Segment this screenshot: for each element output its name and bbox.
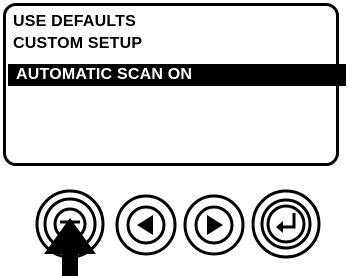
left-button[interactable] [114, 193, 178, 257]
right-arrow-icon [183, 194, 245, 256]
lcd-screen: USE DEFAULTS CUSTOM SETUP AUTOMATIC SCAN… [3, 3, 346, 166]
menu-button[interactable] [34, 188, 106, 260]
button-row [0, 180, 348, 276]
menu-item-custom-setup[interactable]: CUSTOM SETUP [13, 34, 142, 54]
enter-icon [251, 189, 321, 259]
enter-button[interactable] [250, 188, 322, 260]
right-button[interactable] [182, 193, 246, 257]
menu-icon [35, 189, 105, 259]
menu-item-automatic-scan-on[interactable]: AUTOMATIC SCAN ON [8, 64, 346, 86]
menu-item-use-defaults[interactable]: USE DEFAULTS [13, 12, 136, 32]
left-arrow-icon [115, 194, 177, 256]
